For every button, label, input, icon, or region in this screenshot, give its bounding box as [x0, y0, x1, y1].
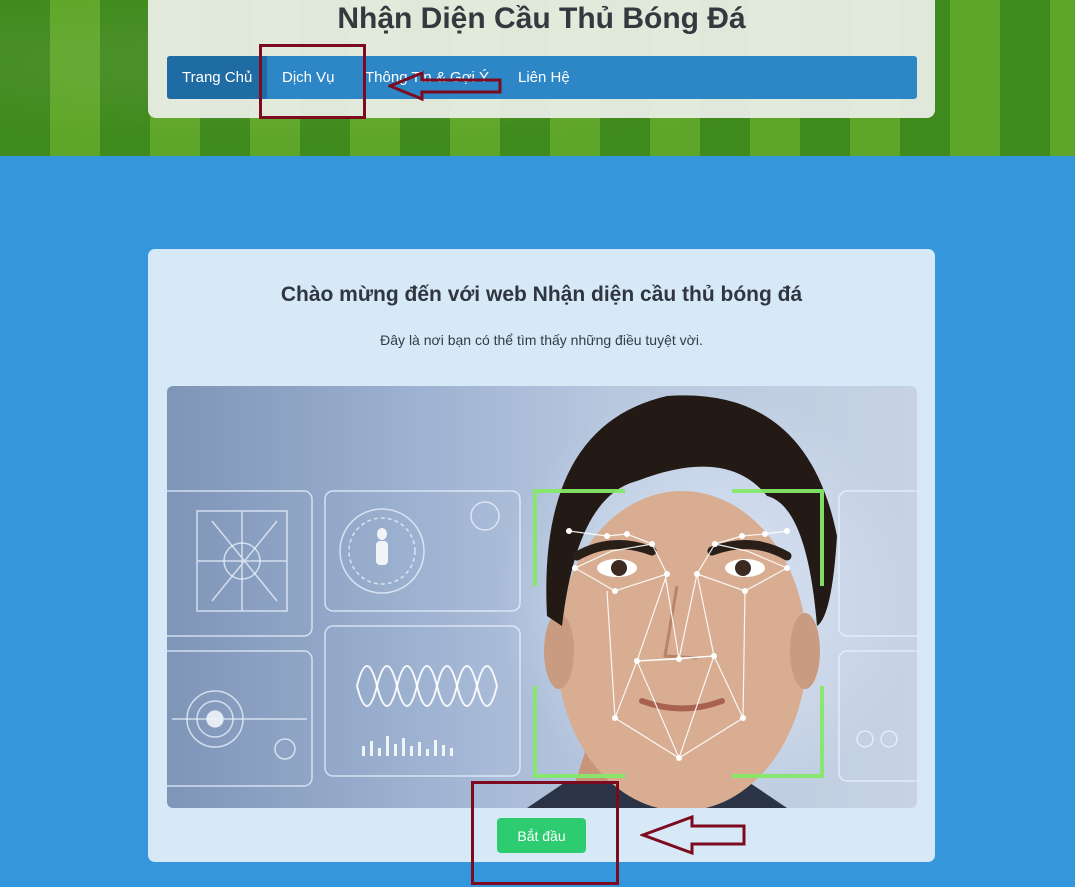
welcome-card: Chào mừng đến với web Nhận diện cầu thủ …	[148, 249, 935, 862]
welcome-heading: Chào mừng đến với web Nhận diện cầu thủ …	[280, 283, 803, 306]
welcome-subtitle: Đây là nơi bạn có thể tìm thấy những điề…	[380, 332, 703, 348]
nav-item-contact[interactable]: Liên Hệ	[503, 56, 585, 99]
highlight-box-start-button	[471, 781, 619, 885]
site-title: Nhận Diện Cầu Thủ Bóng Đá	[337, 2, 746, 35]
left-arrow-icon	[640, 814, 746, 856]
face-recognition-illustration	[167, 386, 917, 808]
left-arrow-icon	[388, 70, 502, 102]
highlight-box-services	[259, 44, 366, 119]
face-recognition-image	[167, 386, 917, 808]
nav-item-home[interactable]: Trang Chủ	[167, 56, 268, 99]
